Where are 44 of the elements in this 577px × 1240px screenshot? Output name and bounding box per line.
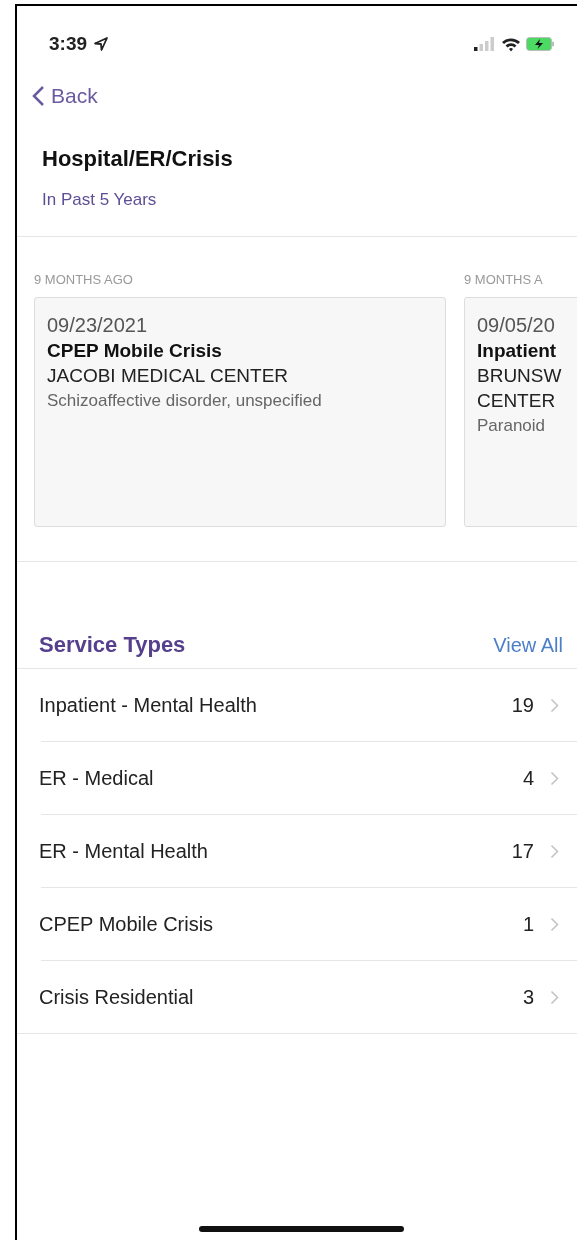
visit-card[interactable]: 09/05/20 Inpatient BRUNSW CENTER Paranoid: [464, 297, 577, 527]
service-type-count: 4: [522, 766, 534, 790]
chevron-right-icon: [550, 843, 559, 859]
visit-diagnosis: Schizoaffective disorder, unspecified: [47, 391, 323, 411]
chevron-right-icon: [550, 697, 559, 713]
visit-card[interactable]: 09/23/2021 CPEP Mobile Crisis JACOBI MEDICAL CENTER Schizoaffective disorder, unspecified: [34, 297, 446, 527]
section-title: Service Types: [39, 632, 186, 658]
visit-facility: CENTER: [477, 390, 557, 412]
time-range-label: In Past 5 Years: [42, 190, 158, 210]
service-type-row[interactable]: ER - Medical 4: [17, 742, 577, 814]
service-type-row[interactable]: Crisis Residential 3: [17, 961, 577, 1033]
service-type-row[interactable]: ER - Mental Health 17: [17, 815, 577, 887]
back-button[interactable]: Back: [31, 84, 98, 108]
relative-date-label: 9 MONTHS AGO: [34, 272, 134, 287]
service-type-label: ER - Mental Health: [39, 839, 209, 863]
service-type-count: 17: [511, 839, 534, 863]
service-type-label: Crisis Residential: [39, 985, 195, 1009]
visit-service: CPEP Mobile Crisis: [47, 340, 223, 362]
view-all-link[interactable]: View All: [493, 634, 563, 657]
wifi-icon: [501, 36, 521, 52]
visit-date: 09/05/20: [477, 314, 556, 337]
service-type-label: Inpatient - Mental Health: [39, 693, 258, 717]
battery-charging-icon: [526, 37, 555, 51]
chevron-right-icon: [550, 770, 559, 786]
signal-icon: [474, 37, 496, 51]
service-type-label: ER - Medical: [39, 766, 155, 790]
chevron-right-icon: [550, 916, 559, 932]
service-type-row[interactable]: CPEP Mobile Crisis 1: [17, 888, 577, 960]
page-title: Hospital/ER/Crisis: [42, 146, 234, 172]
visit-facility: JACOBI MEDICAL CENTER: [47, 365, 290, 387]
service-type-count: 3: [522, 985, 534, 1009]
service-type-label: CPEP Mobile Crisis: [39, 912, 215, 936]
location-arrow-icon: [93, 36, 110, 52]
visit-date: 09/23/2021: [47, 314, 149, 337]
relative-date-label: 9 MONTHS A: [464, 272, 544, 287]
back-chevron-icon: [31, 85, 45, 107]
service-type-count: 1: [522, 912, 534, 936]
service-type-count: 19: [511, 693, 534, 717]
visit-facility: BRUNSW: [477, 365, 563, 387]
chevron-right-icon: [550, 989, 559, 1005]
visit-diagnosis: Paranoid: [477, 416, 547, 436]
visit-service: Inpatient: [477, 340, 558, 362]
service-type-row[interactable]: Inpatient - Mental Health 19: [17, 669, 577, 741]
status-time: 3:39: [49, 33, 88, 55]
